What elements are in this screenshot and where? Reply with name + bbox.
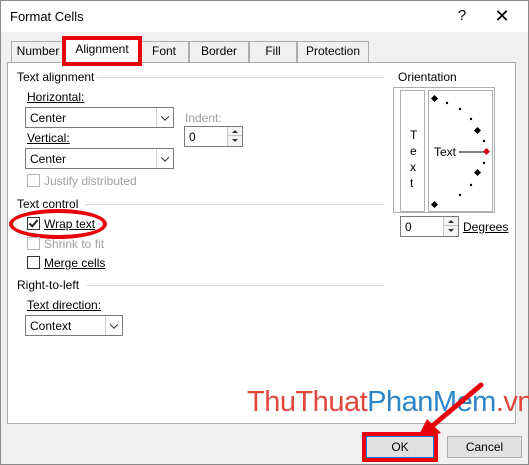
watermark-part1: ThuThuat [247,386,368,418]
horizontal-label: Horizontal: [27,90,85,104]
vertical-text-letter: T [410,128,418,142]
format-cells-dialog: Format Cells ? ✕ Number Alignment Font B… [0,0,529,465]
degrees-spin-buttons [443,217,458,236]
rtl-divider [87,285,384,286]
orientation-dial[interactable]: Text [428,90,493,212]
wrap-text-annotation [9,209,107,239]
indent-value: 0 [189,130,196,144]
justify-distributed-checkbox[interactable] [27,174,40,187]
chevron-down-icon [156,108,173,127]
watermark-part3: .vn [495,386,529,418]
shrink-to-fit-label: Shrink to fit [44,237,105,251]
justify-distributed-label: Justify distributed [44,174,137,188]
text-direction-select[interactable]: Context [25,315,123,336]
title-bar: Format Cells ? ✕ [1,1,528,32]
vertical-value: Center [30,152,67,166]
spin-up-icon[interactable] [444,217,458,226]
text-direction-value: Context [30,319,72,333]
tab-number[interactable]: Number [11,41,65,62]
orientation-heading: Orientation [398,70,457,84]
vertical-text-letter: e [410,144,417,158]
horizontal-select[interactable]: Center [25,107,174,128]
vertical-text-letter: x [410,160,416,174]
vertical-label: Vertical: [27,131,70,145]
merge-cells-label: Merge cells [44,256,106,270]
degrees-value: 0 [405,220,412,234]
alignment-tab-annotation [62,36,142,66]
tab-border[interactable]: Border [189,41,249,62]
shrink-to-fit-checkbox[interactable] [27,237,40,250]
chevron-down-icon [156,149,173,168]
text-alignment-heading: Text alignment [17,70,95,84]
vertical-text-letter: t [410,176,414,190]
vertical-select[interactable]: Center [25,148,174,169]
ok-button-annotation [362,432,438,462]
horizontal-value: Center [30,111,67,125]
spin-up-icon[interactable] [228,127,242,136]
degrees-spinner[interactable]: 0 [400,216,459,237]
spin-down-icon[interactable] [444,226,458,235]
tab-font[interactable]: Font [139,41,189,62]
indent-label: Indent: [185,111,222,125]
merge-cells-checkbox[interactable] [27,256,40,269]
close-button[interactable]: ✕ [484,4,520,28]
dialog-title: Format Cells [10,9,84,24]
text-direction-label: Text direction: [27,298,102,312]
indent-spin-buttons [227,127,242,146]
cancel-button[interactable]: Cancel [447,436,522,458]
tab-protection[interactable]: Protection [297,41,369,62]
indent-spinner[interactable]: 0 [184,126,243,147]
tab-fill[interactable]: Fill [249,41,297,62]
text-control-divider [85,204,384,205]
rtl-heading: Right-to-left [17,278,80,292]
spin-down-icon[interactable] [228,136,242,145]
chevron-down-icon [105,316,122,335]
vertical-text-button[interactable]: T e x t [400,90,425,212]
help-button[interactable]: ? [447,4,477,28]
dial-text-label: Text [434,145,457,159]
degrees-label: Degrees [463,220,509,234]
text-alignment-divider [97,77,384,78]
